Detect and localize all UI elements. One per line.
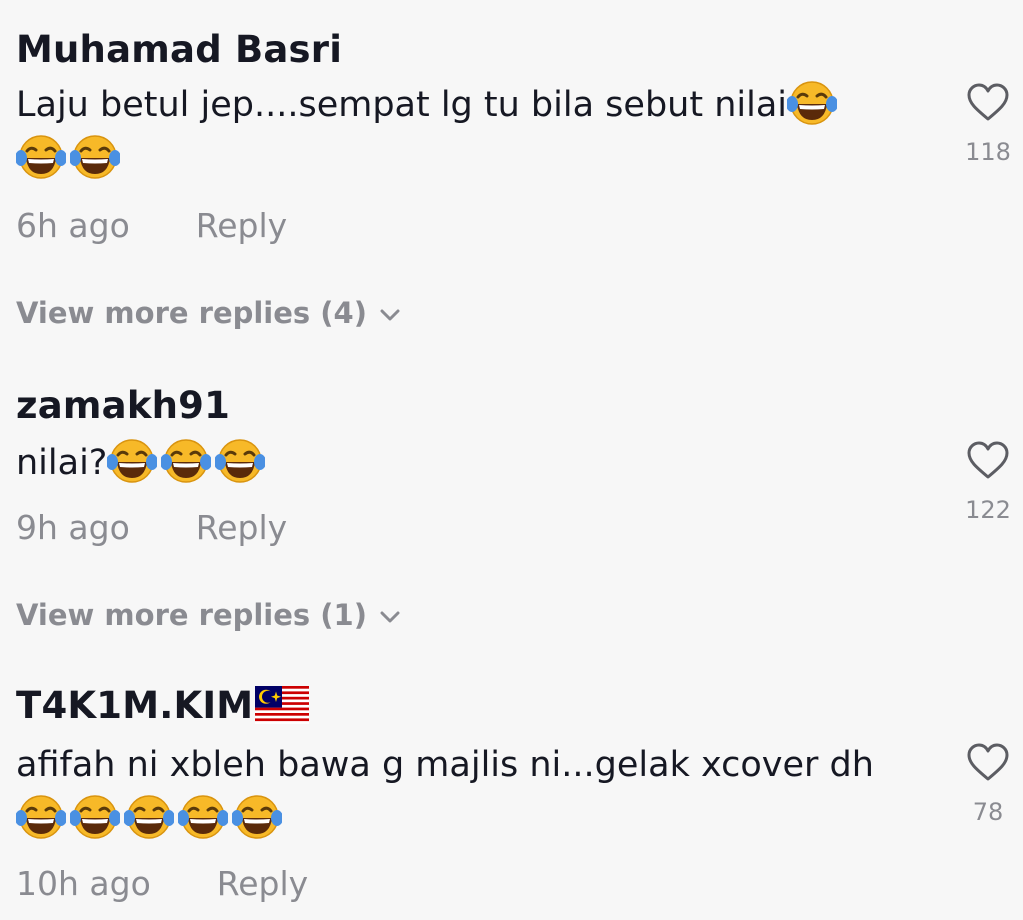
view-more-replies[interactable]: View more replies (4) [16,296,401,330]
face-with-tears-of-joy-icon [215,438,265,484]
chevron-down-icon [380,309,400,321]
comment-timestamp: 9h ago [16,508,130,547]
heart-outline-icon [967,743,1009,781]
face-with-tears-of-joy-icon [16,794,66,840]
comment-text: Laju betul jep....sempat lg tu bila sebu… [16,78,906,186]
face-with-tears-of-joy-icon [16,134,66,180]
face-with-tears-of-joy-icon [787,80,837,126]
heart-outline-icon [967,83,1009,121]
like-button[interactable]: 78 [963,742,1013,826]
like-count: 78 [972,798,1004,826]
comment-body: afifah ni xbleh bawa g majlis ni...gelak… [16,745,874,785]
comment-text: nilai? [16,436,906,490]
username-label: T4K1M.KIM [16,684,254,727]
view-more-label: View more replies (4) [16,296,367,330]
malaysia-flag-icon [255,686,310,724]
comment-body: nilai? [16,443,108,483]
heart-outline-icon [967,441,1009,479]
comment-text: afifah ni xbleh bawa g majlis ni...gelak… [16,738,906,846]
comment-meta: 6h ago Reply [16,206,287,245]
reply-button[interactable]: Reply [217,864,308,903]
reply-button[interactable]: Reply [196,508,287,547]
face-with-tears-of-joy-icon [70,134,120,180]
chevron-down-icon [380,611,400,623]
face-with-tears-of-joy-icon [178,794,228,840]
face-with-tears-of-joy-icon [107,438,157,484]
comment-body: Laju betul jep....sempat lg tu bila sebu… [16,85,787,125]
face-with-tears-of-joy-icon [232,794,282,840]
comment-username[interactable]: zamakh91 [16,384,230,427]
like-count: 122 [965,496,1011,524]
comment-username[interactable]: T4K1M.KIM [16,684,310,727]
comment-meta: 9h ago Reply [16,508,287,547]
reply-button[interactable]: Reply [196,206,287,245]
view-more-replies[interactable]: View more replies (1) [16,598,401,632]
comment-timestamp: 6h ago [16,206,130,245]
comment-timestamp: 10h ago [16,864,151,903]
like-button[interactable]: 118 [963,82,1013,166]
comment-meta: 10h ago Reply [16,864,308,903]
like-count: 118 [965,138,1011,166]
view-more-label: View more replies (1) [16,598,367,632]
comment-username[interactable]: Muhamad Basri [16,28,342,71]
like-button[interactable]: 122 [963,440,1013,524]
face-with-tears-of-joy-icon [70,794,120,840]
face-with-tears-of-joy-icon [124,794,174,840]
face-with-tears-of-joy-icon [161,438,211,484]
